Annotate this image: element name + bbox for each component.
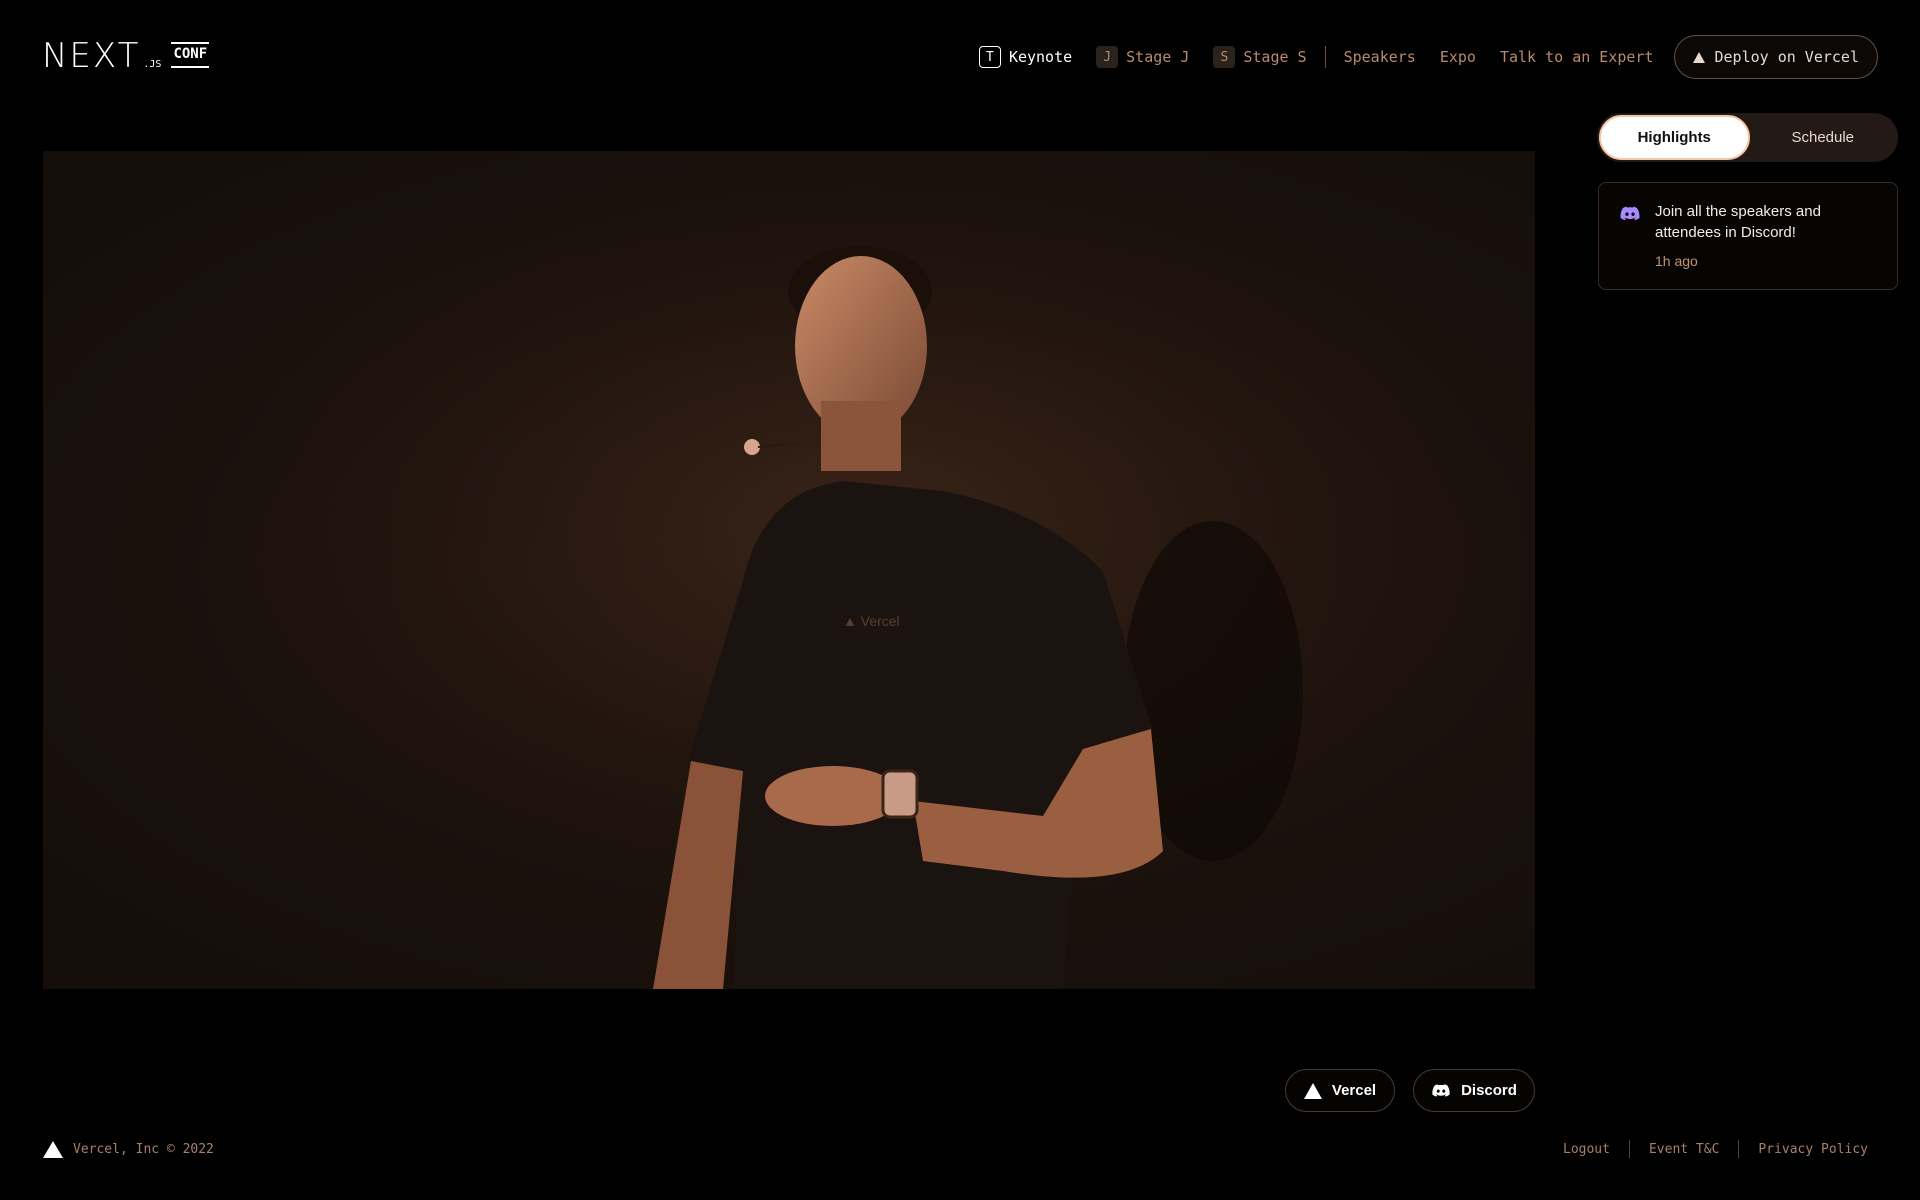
logo-conf-badge: CONF <box>171 41 210 68</box>
vercel-triangle-icon <box>43 1141 63 1158</box>
nav-divider <box>1324 46 1326 68</box>
discord-icon <box>1620 206 1640 221</box>
deploy-label: Deploy on Vercel <box>1714 48 1860 66</box>
discord-button-label: Discord <box>1461 1082 1517 1099</box>
vercel-triangle-icon <box>1692 51 1705 63</box>
nav-item-speakers[interactable]: Speakers <box>1344 48 1416 66</box>
nav-item-label: Speakers <box>1343 48 1416 66</box>
highlight-text: Join all the speakers and attendees in D… <box>1655 203 1821 241</box>
keynote-key-icon: T <box>978 46 1001 68</box>
tab-highlights[interactable]: Highlights <box>1599 115 1750 160</box>
vercel-button[interactable]: Vercel <box>1285 1069 1395 1112</box>
top-nav: T Keynote J Stage J S Stage S Speakers E… <box>955 34 1878 80</box>
nav-item-stage-s[interactable]: S Stage S <box>1213 46 1307 68</box>
nav-item-stage-j[interactable]: J Stage J <box>1096 46 1189 68</box>
video-player[interactable]: ▲ Vercel <box>43 151 1535 989</box>
copyright-text: Vercel, Inc © 2022 <box>73 1142 214 1157</box>
nav-item-expo[interactable]: Expo <box>1440 48 1476 66</box>
sidebar-tabs: Highlights Schedule <box>1597 113 1898 162</box>
nextjs-conf-logo[interactable]: NEXT .JS CONF <box>42 36 210 76</box>
tab-schedule[interactable]: Schedule <box>1750 115 1897 160</box>
logo-js-text: .JS <box>143 59 162 70</box>
nav-item-label: Stage S <box>1243 48 1307 66</box>
footer-copyright: Vercel, Inc © 2022 <box>43 1141 214 1158</box>
nav-item-talk-to-expert[interactable]: Talk to an Expert <box>1500 48 1654 66</box>
privacy-policy-link[interactable]: Privacy Policy <box>1739 1142 1868 1157</box>
vercel-button-label: Vercel <box>1331 1082 1377 1099</box>
discord-button[interactable]: Discord <box>1413 1069 1535 1112</box>
speaker-video-frame: ▲ Vercel <box>43 151 1535 989</box>
nav-item-keynote[interactable]: T Keynote <box>978 46 1073 68</box>
stage-j-key-icon: J <box>1096 46 1119 68</box>
logo-next-text: NEXT <box>42 36 141 76</box>
highlight-time: 1h ago <box>1655 253 1698 269</box>
vercel-triangle-icon <box>1303 1082 1322 1099</box>
event-terms-link[interactable]: Event T&C <box>1630 1142 1738 1157</box>
highlight-card[interactable]: Join all the speakers and attendees in D… <box>1598 182 1898 290</box>
nav-item-label: Expo <box>1439 48 1476 66</box>
stage-s-key-icon: S <box>1213 46 1236 68</box>
footer-links: Logout Event T&C Privacy Policy <box>1544 1140 1868 1158</box>
svg-text:▲ Vercel: ▲ Vercel <box>843 613 900 629</box>
logout-link[interactable]: Logout <box>1544 1142 1629 1157</box>
nav-item-label: Stage J <box>1126 48 1190 66</box>
discord-icon <box>1432 1083 1450 1097</box>
nav-item-label: Talk to an Expert <box>1499 48 1654 66</box>
deploy-on-vercel-button[interactable]: Deploy on Vercel <box>1673 35 1878 79</box>
nav-item-label: Keynote <box>1008 48 1073 66</box>
